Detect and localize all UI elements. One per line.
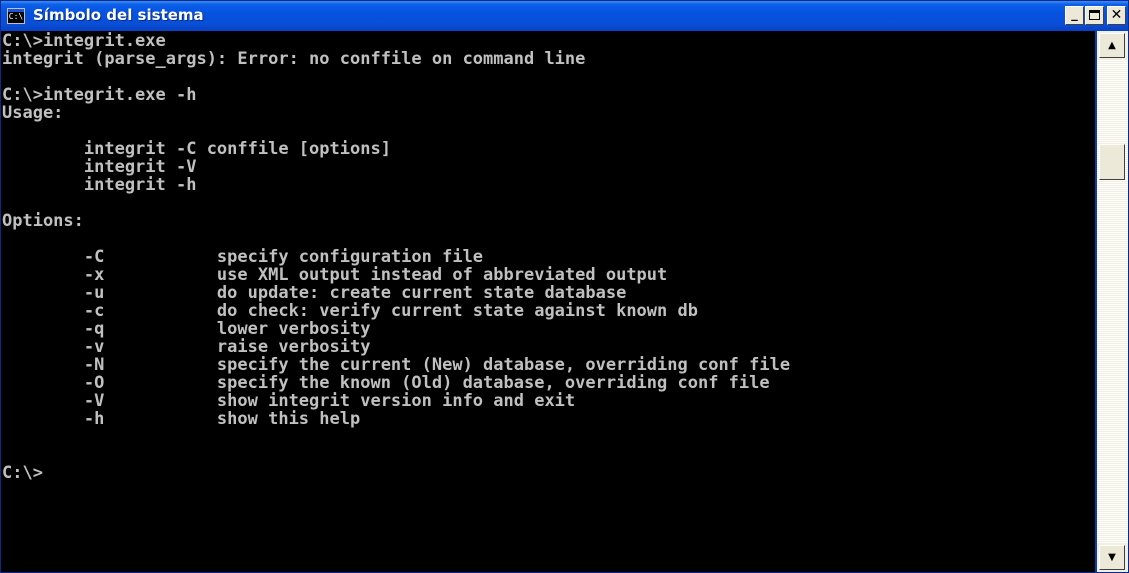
scroll-down-button[interactable]: ▼ (1099, 545, 1125, 570)
command-prompt-window: C:\ Símbolo del sistema _ ✕ C:\>integrit… (0, 0, 1129, 573)
scroll-up-button[interactable]: ▲ (1099, 33, 1125, 58)
vertical-scrollbar[interactable]: ▲ ▼ (1097, 31, 1128, 572)
console-line: integrit -C conffile [options] (2, 139, 391, 159)
cmd-icon[interactable]: C:\ (7, 8, 25, 24)
console-line: -v raise verbosity (2, 337, 371, 357)
console-line: integrit -h (2, 175, 197, 195)
console-line: integrit -V (2, 157, 197, 177)
console-line: Options: (2, 211, 84, 231)
console-line: -c do check: verify current state agains… (2, 301, 698, 321)
maximize-button[interactable] (1085, 6, 1104, 25)
close-button[interactable]: ✕ (1107, 6, 1126, 25)
console-line: C:\>integrit.exe (2, 31, 166, 51)
console-line: integrit (parse_args): Error: no conffil… (2, 49, 586, 69)
scrollbar-thumb[interactable] (1099, 144, 1125, 180)
console-line: C:\>integrit.exe -h (2, 85, 197, 105)
scrollbar-track[interactable] (1097, 59, 1128, 544)
console-line: C:\> (2, 463, 43, 483)
minimize-icon: _ (1071, 7, 1078, 22)
console-line: -V show integrit version info and exit (2, 391, 576, 411)
window-title: Símbolo del sistema (33, 6, 204, 24)
title-bar[interactable]: C:\ Símbolo del sistema _ ✕ (1, 1, 1128, 31)
console-line: -x use XML output instead of abbreviated… (2, 265, 668, 285)
console-line: -O specify the known (Old) database, ove… (2, 373, 770, 393)
console-line: -N specify the current (New) database, o… (2, 355, 791, 375)
maximize-icon (1089, 10, 1100, 20)
close-icon: ✕ (1110, 7, 1123, 23)
arrow-up-icon: ▲ (1108, 40, 1116, 51)
arrow-down-icon: ▼ (1108, 552, 1116, 563)
console-line: -h show this help (2, 409, 361, 429)
console-line: -q lower verbosity (2, 319, 371, 339)
console-text: C:\>integrit.exe integrit (parse_args): E… (1, 31, 1095, 482)
console-line: -C specify configuration file (2, 247, 484, 267)
minimize-button[interactable]: _ (1065, 6, 1084, 25)
console-output[interactable]: C:\>integrit.exe integrit (parse_args): E… (1, 31, 1095, 572)
console-line: Usage: (2, 103, 64, 123)
console-line: -u do update: create current state datab… (2, 283, 627, 303)
